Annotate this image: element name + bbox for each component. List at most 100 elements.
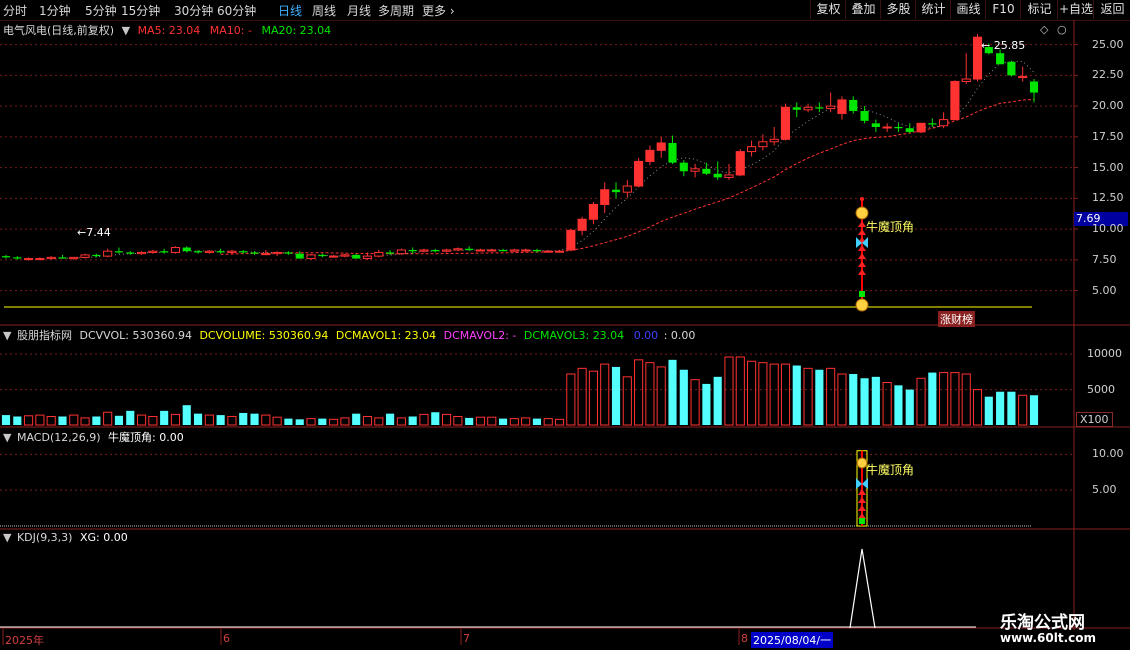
volume-bar-28 — [318, 418, 327, 425]
volume-bar-53 — [600, 363, 610, 426]
volume-bar-24 — [272, 416, 282, 426]
macd-y-tick-0: 10.00 — [1092, 447, 1124, 461]
candle-body-68 — [769, 138, 779, 143]
xg-value: XG: 0.00 — [79, 531, 128, 544]
volume-bar-91 — [1029, 395, 1039, 425]
date-label-3: 8 — [741, 632, 748, 645]
candle-body-82 — [928, 123, 937, 125]
candle-body-85 — [961, 78, 971, 82]
collapse-icon[interactable]: ▼ — [3, 431, 11, 444]
candle-body-90 — [1018, 76, 1028, 79]
candle-fill-53 — [600, 189, 609, 205]
date-label-0: 2025年 — [5, 634, 44, 647]
dcmavol1-value: DCMAVOL1: 23.04 — [335, 329, 437, 342]
signal-arrow-4 — [858, 253, 866, 259]
volume-bar-11 — [126, 410, 135, 425]
candle-body-28 — [318, 254, 327, 257]
volume-bar-58 — [656, 366, 666, 426]
watermark-name: 乐淘公式网 — [1000, 613, 1085, 633]
candle-body-36 — [408, 249, 417, 252]
candle-fill-65 — [736, 151, 745, 175]
date-label-1: 6 — [223, 632, 230, 645]
volume-bar-74 — [837, 373, 847, 426]
candle-body-1 — [13, 257, 22, 259]
candle-body-30 — [340, 254, 350, 257]
volume-bar-26 — [295, 419, 304, 425]
candle-fill-57 — [645, 150, 654, 162]
volume-bar-82 — [928, 372, 937, 425]
volume-bar-88 — [996, 391, 1005, 425]
candle-body-24 — [272, 251, 282, 255]
badge-zhangcaibang[interactable]: 涨财榜 — [938, 311, 975, 327]
collapse-icon[interactable]: ▼ — [3, 531, 11, 544]
volume-bar-42 — [475, 416, 486, 426]
volume-bar-66 — [747, 360, 757, 426]
volume-bar-73 — [826, 367, 836, 426]
candle-fill-69 — [781, 107, 790, 140]
candle-body-60 — [679, 162, 688, 172]
value-2: : 0.00 — [663, 329, 696, 342]
volume-bar-72 — [815, 369, 824, 425]
volume-bar-23 — [261, 414, 271, 426]
candle-body-91 — [1029, 81, 1039, 93]
coin-icon — [855, 298, 869, 312]
collapse-icon[interactable]: ▼ — [122, 24, 130, 37]
volume-bar-54 — [611, 366, 621, 425]
candle-body-75 — [849, 99, 858, 112]
candle-body-6 — [69, 256, 79, 260]
candle-body-3 — [35, 258, 45, 261]
candle-body-34 — [386, 252, 395, 254]
candle-fill-58 — [657, 142, 666, 151]
volume-bar-68 — [769, 363, 779, 426]
candle-body-63 — [713, 173, 722, 178]
volume-bar-89 — [1007, 391, 1016, 425]
dcmavol2-value: DCMAVOL2: - — [443, 329, 517, 342]
volume-bar-4 — [46, 416, 56, 426]
volume-bar-45 — [509, 418, 519, 426]
main-y-tick-3: 17.50 — [1092, 129, 1124, 143]
volume-bar-64 — [724, 356, 734, 426]
volume-bar-87 — [984, 396, 993, 425]
candle-body-44 — [498, 249, 508, 252]
main-y-tick-4: 15.00 — [1092, 160, 1124, 174]
volume-bar-46 — [521, 417, 531, 426]
volume-bar-1 — [13, 416, 22, 425]
collapse-icon[interactable]: ▼ — [3, 329, 11, 342]
volume-bar-34 — [386, 413, 395, 425]
panel-controls: ◇ ○ — [1040, 23, 1067, 36]
macd-arrow-1 — [858, 497, 866, 503]
candle-body-80 — [905, 128, 914, 132]
volume-unit: X100 — [1076, 412, 1113, 427]
main-y-tick-5: 12.50 — [1092, 191, 1124, 205]
volume-bar-44 — [498, 418, 508, 425]
macd-signal-dot — [859, 518, 865, 524]
candle-body-83 — [939, 119, 949, 127]
volume-bar-32 — [362, 416, 373, 426]
candle-body-41 — [465, 248, 474, 250]
candle-body-38 — [431, 249, 440, 252]
candle-body-21 — [239, 251, 248, 253]
cursor-date: 2025/08/04/一 — [751, 632, 834, 648]
signal-label-main: 牛魔顶角 — [866, 220, 915, 234]
volume-bar-85 — [961, 373, 971, 426]
candle-fill-74 — [837, 99, 847, 114]
volume-bar-51 — [577, 367, 587, 426]
volume-bar-38 — [431, 412, 440, 425]
volume-bar-20 — [227, 416, 237, 426]
diamond-icon[interactable]: ◇ — [1040, 23, 1048, 36]
volume-bar-75 — [849, 374, 858, 425]
candle-fill-84 — [950, 81, 959, 120]
volume-bar-39 — [442, 413, 452, 426]
candle-body-35 — [396, 249, 406, 255]
signal-arrow-3 — [858, 245, 866, 251]
circle-icon[interactable]: ○ — [1057, 23, 1067, 36]
volume-bar-80 — [905, 389, 914, 425]
volume-bar-8 — [92, 416, 101, 425]
high-price-value: 25.85 — [993, 39, 1026, 52]
main-y-tick-8: 5.00 — [1092, 283, 1117, 297]
macd-title: MACD(12,26,9) — [16, 431, 101, 444]
volume-bar-83 — [939, 372, 949, 426]
volume-bar-10 — [114, 415, 124, 425]
candle-body-43 — [487, 249, 497, 252]
volume-bar-63 — [713, 376, 722, 425]
